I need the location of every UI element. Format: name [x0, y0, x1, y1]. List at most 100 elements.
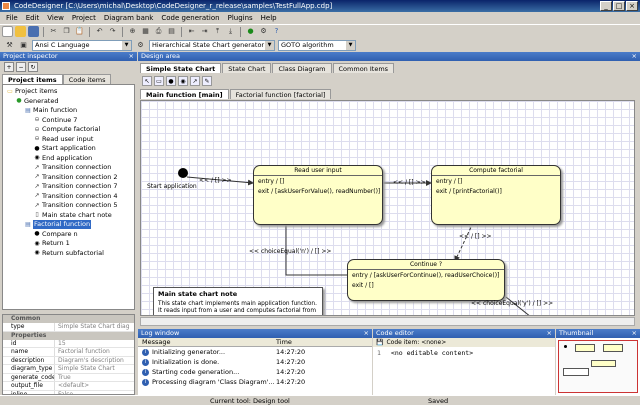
algorithm-select[interactable]: GOTO algorithm ▼ — [278, 39, 356, 51]
open-icon[interactable] — [15, 26, 26, 37]
tree-item[interactable]: ● Generated — [16, 97, 58, 106]
close-icon[interactable]: × — [632, 52, 637, 61]
initial-state[interactable] — [178, 168, 188, 178]
state-continue[interactable]: Continue ? entry / [askUserForContinue()… — [347, 259, 505, 301]
tab-factorial-function[interactable]: Factorial function [factorial] — [229, 89, 332, 99]
build-icon[interactable]: ▣ — [18, 40, 29, 51]
close-icon[interactable]: × — [547, 329, 552, 338]
tree-item[interactable]: ↗ Transition connection 2 — [34, 173, 117, 182]
property-row[interactable]: output_file <default> — [3, 382, 134, 391]
log-row[interactable]: i Initializing generator... 14:27:20 — [138, 347, 372, 357]
log-row[interactable]: i Initialization is done. 14:27:20 — [138, 357, 372, 367]
initial-tool-icon[interactable]: ● — [166, 76, 176, 86]
tree-item[interactable]: ⊖ Read user input — [34, 135, 93, 144]
save-icon[interactable] — [28, 26, 39, 37]
settings-icon[interactable]: ⚙ — [258, 26, 269, 37]
align-left-icon[interactable]: ⇤ — [186, 26, 197, 37]
menu-project[interactable]: Project — [72, 12, 96, 24]
tree-item[interactable]: ◉ Return 1 — [34, 239, 69, 248]
zoom-icon[interactable]: ⊕ — [127, 26, 138, 37]
tree-item[interactable]: ◉ End application — [34, 154, 92, 163]
property-group-properties[interactable]: Properties — [3, 331, 134, 340]
menu-view[interactable]: View — [47, 12, 64, 24]
minimize-button[interactable]: _ — [600, 1, 612, 11]
transition-compute-continue[interactable] — [454, 222, 474, 262]
tree-item[interactable]: ↗ Transition connection — [34, 163, 111, 172]
help-icon[interactable]: ? — [271, 26, 282, 37]
tree-item[interactable]: ⊖ Compute factorial — [34, 125, 100, 134]
menu-file[interactable]: File — [6, 12, 18, 24]
redo-icon[interactable]: ↷ — [107, 26, 118, 37]
property-row[interactable]: description Diagram's description — [3, 356, 134, 365]
language-select[interactable]: Ansi C Language ▼ — [32, 39, 132, 51]
close-icon[interactable]: × — [364, 329, 369, 338]
state-compute-factorial[interactable]: Compute factorial entry / [] exit / [pri… — [431, 165, 561, 225]
tab-common-items[interactable]: Common Items — [332, 63, 395, 73]
tree-item[interactable]: ◉ Return subfactorial — [34, 249, 104, 258]
tab-project-items[interactable]: Project items — [2, 74, 63, 84]
state-tool-icon[interactable]: ▭ — [154, 76, 164, 86]
menu-code-generation[interactable]: Code generation — [161, 12, 219, 24]
close-icon[interactable]: × — [129, 52, 134, 61]
preview-icon[interactable]: ▤ — [166, 26, 177, 37]
horizontal-scrollbar[interactable] — [140, 317, 635, 326]
align-bottom-icon[interactable]: ⤓ — [225, 26, 236, 37]
cut-icon[interactable]: ✂ — [48, 26, 59, 37]
new-icon[interactable] — [2, 26, 13, 37]
tree-item[interactable]: ▤ Main function — [25, 106, 77, 115]
menu-plugins[interactable]: Plugins — [228, 12, 253, 24]
pointer-icon[interactable]: ↖ — [142, 76, 152, 86]
tab-state-chart[interactable]: State Chart — [222, 63, 272, 73]
close-icon[interactable]: × — [632, 329, 637, 338]
diagram-canvas[interactable]: Start application << / [] >> Read user i… — [140, 100, 635, 316]
note-tool-icon[interactable]: ✎ — [202, 76, 212, 86]
transition-tool-icon[interactable]: ↗ — [190, 76, 200, 86]
tree-item[interactable]: ● Compare n — [34, 230, 77, 239]
print-icon[interactable]: ⎙ — [153, 26, 164, 37]
column-message[interactable]: Message — [138, 338, 272, 346]
save-code-icon[interactable]: 💾 — [376, 339, 383, 346]
tree-item[interactable]: ↗ Transition connection 4 — [34, 192, 117, 201]
log-row[interactable]: i Starting code generation... 14:27:20 — [138, 367, 372, 377]
property-row[interactable]: id 15 — [3, 339, 134, 348]
tree-item[interactable]: ↗ Transition connection 5 — [34, 201, 117, 210]
property-row[interactable]: generate_code True — [3, 373, 134, 382]
tree-item[interactable]: ▯ Main state chart note — [34, 211, 111, 220]
refresh-icon[interactable]: ↻ — [28, 62, 38, 72]
collapse-icon[interactable]: − — [16, 62, 26, 72]
grid-icon[interactable]: ▦ — [140, 26, 151, 37]
tree-item[interactable]: ▭ Project items — [7, 87, 57, 96]
close-button[interactable]: × — [626, 1, 638, 11]
property-group-common[interactable]: Common — [3, 315, 134, 323]
tab-simple-state-chart[interactable]: Simple State Chart — [140, 63, 222, 73]
property-row[interactable]: name Factorial function — [3, 348, 134, 357]
thumbnail-viewport[interactable] — [558, 340, 638, 393]
align-right-icon[interactable]: ⇥ — [199, 26, 210, 37]
generator-settings-icon[interactable]: ⚙ — [135, 40, 146, 51]
tree-item[interactable]: ● Start application — [34, 144, 95, 153]
tree-item[interactable]: ⊖ Continue 7 — [34, 116, 77, 125]
tab-code-items[interactable]: Code items — [62, 74, 112, 84]
menu-edit[interactable]: Edit — [26, 12, 40, 24]
main-state-chart-note[interactable]: Main state chart note This state chart i… — [153, 287, 323, 315]
paste-icon[interactable]: 📋 — [74, 26, 85, 37]
tab-main-function[interactable]: Main function [main] — [140, 89, 229, 99]
menu-help[interactable]: Help — [261, 12, 277, 24]
tree-item[interactable]: ▤ Factorial function — [25, 220, 92, 229]
tree-item[interactable]: ↗ Transition connection 7 — [34, 182, 117, 191]
generator-select[interactable]: Hierarchical State Chart generator ▼ — [149, 39, 275, 51]
column-time[interactable]: Time — [272, 338, 292, 346]
copy-icon[interactable]: ❐ — [61, 26, 72, 37]
undo-icon[interactable]: ↶ — [94, 26, 105, 37]
tab-class-diagram[interactable]: Class Diagram — [272, 63, 332, 73]
code-body[interactable]: 1 <no editable content> — [373, 347, 555, 359]
maximize-button[interactable]: □ — [613, 1, 625, 11]
tools-icon[interactable]: ⚒ — [4, 40, 15, 51]
property-row[interactable]: diagram_type Simple State Chart — [3, 365, 134, 374]
generate-icon[interactable]: ● — [245, 26, 256, 37]
align-top-icon[interactable]: ⤒ — [212, 26, 223, 37]
menu-diagram-bank[interactable]: Diagram bank — [104, 12, 154, 24]
state-read-user-input[interactable]: Read user input entry / [] exit / [askUs… — [253, 165, 383, 225]
property-row[interactable]: type Simple State Chart diag — [3, 323, 134, 332]
final-tool-icon[interactable]: ◉ — [178, 76, 188, 86]
